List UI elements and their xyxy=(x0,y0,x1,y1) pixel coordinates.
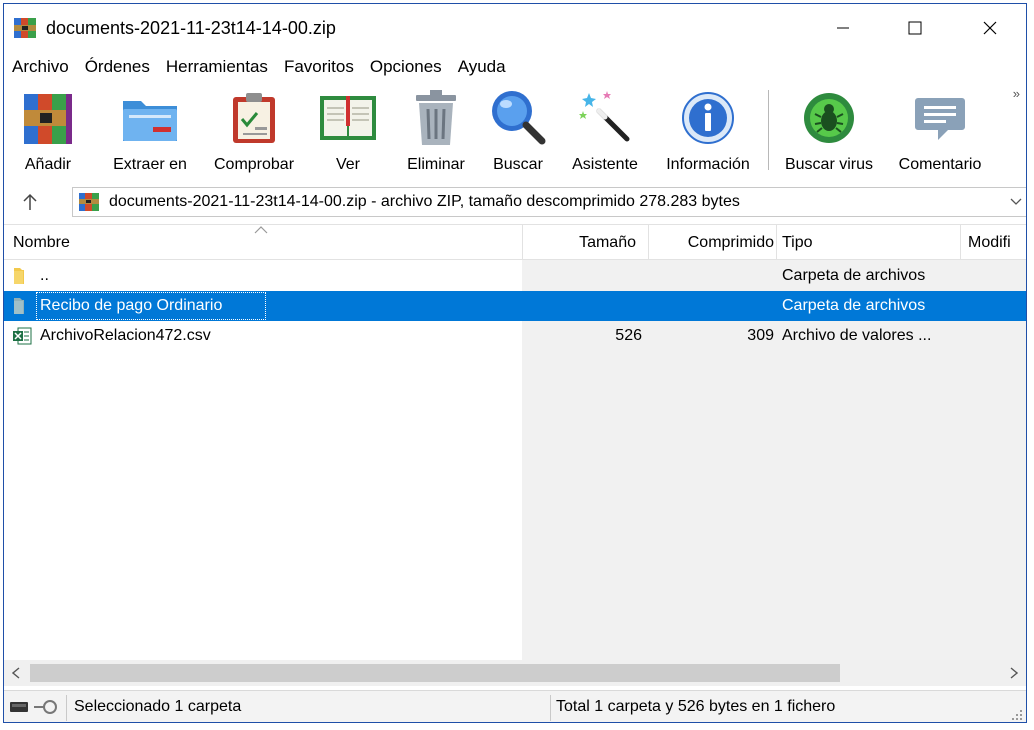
folder-icon xyxy=(14,298,24,314)
minimize-icon xyxy=(837,27,849,29)
add-button[interactable]: Añadir xyxy=(16,88,80,178)
item-compressed: 309 xyxy=(747,327,774,344)
column-header-type[interactable]: Tipo xyxy=(782,225,962,260)
magnifier-icon xyxy=(492,91,546,145)
menu-bar: Archivo Órdenes Herramientas Favoritos O… xyxy=(4,54,514,80)
trash-bin-icon xyxy=(416,90,456,145)
item-compressed xyxy=(532,261,774,291)
view-button[interactable]: Ver xyxy=(316,88,380,178)
menu-ayuda[interactable]: Ayuda xyxy=(450,54,514,80)
toolbar-separator xyxy=(768,90,769,170)
address-text: documents-2021-11-23t14-14-00.zip - arch… xyxy=(109,193,740,210)
drive-key-icon xyxy=(10,700,57,714)
close-icon xyxy=(983,21,997,35)
menu-favoritos[interactable]: Favoritos xyxy=(276,54,362,80)
address-dropdown-button[interactable] xyxy=(1007,193,1025,211)
view-label: Ver xyxy=(335,156,360,173)
comment-button[interactable]: Comentario xyxy=(890,88,990,178)
extract-label: Extraer en xyxy=(113,156,187,173)
item-name: Recibo de pago Ordinario xyxy=(40,297,223,314)
title-bar[interactable]: documents-2021-11-23t14-14-00.zip xyxy=(4,4,1026,50)
folder-up-icon xyxy=(14,268,24,284)
book-open-icon xyxy=(320,96,376,140)
test-label: Comprobar xyxy=(213,156,295,173)
excel-csv-icon xyxy=(13,327,32,345)
winrar-window: documents-2021-11-23t14-14-00.zip Archiv… xyxy=(3,3,1027,723)
minimize-button[interactable] xyxy=(814,8,872,48)
scan-virus-button[interactable]: Buscar virus xyxy=(780,88,878,178)
status-bar: Seleccionado 1 carpeta Total 1 carpeta y… xyxy=(4,690,1026,722)
comment-icon xyxy=(915,98,965,140)
comment-label: Comentario xyxy=(898,156,982,173)
window-title: documents-2021-11-23t14-14-00.zip xyxy=(46,18,336,38)
chevron-right-icon xyxy=(1010,667,1018,679)
maximize-button[interactable] xyxy=(886,8,944,48)
menu-herramientas[interactable]: Herramientas xyxy=(158,54,276,80)
add-label: Añadir xyxy=(24,156,72,173)
wizard-label: Asistente xyxy=(572,156,638,173)
item-type: Archivo de valores ... xyxy=(782,327,932,344)
info-label: Información xyxy=(666,156,750,173)
list-item-folder[interactable]: Recibo de pago Ordinario Carpeta de arch… xyxy=(4,291,1026,321)
magic-wand-icon xyxy=(579,91,630,142)
item-type: Carpeta de archivos xyxy=(782,267,926,284)
chevron-down-icon xyxy=(1010,198,1022,205)
info-icon xyxy=(682,92,734,144)
wizard-button[interactable]: Asistente xyxy=(564,88,646,178)
status-total: Total 1 carpeta y 526 bytes en 1 fichero xyxy=(556,698,836,715)
books-add-icon xyxy=(24,94,72,144)
column-header-size[interactable]: Tamaño xyxy=(523,225,642,260)
close-button[interactable] xyxy=(961,8,1019,48)
menu-ordenes[interactable]: Órdenes xyxy=(77,54,158,80)
scan-virus-label: Buscar virus xyxy=(784,156,874,173)
scroll-left-button[interactable] xyxy=(4,660,28,686)
status-selection: Seleccionado 1 carpeta xyxy=(74,698,242,715)
horizontal-scrollbar[interactable] xyxy=(4,660,1026,686)
file-list: Nombre Tamaño Comprimido Tipo Modifi .. … xyxy=(4,224,1026,660)
address-bar: documents-2021-11-23t14-14-00.zip - arch… xyxy=(4,184,1026,220)
extract-button[interactable]: Extraer en xyxy=(102,88,198,178)
menu-opciones[interactable]: Opciones xyxy=(362,54,450,80)
list-header: Nombre Tamaño Comprimido Tipo Modifi xyxy=(4,224,1026,260)
item-type: Carpeta de archivos xyxy=(782,297,926,314)
winrar-archive-icon xyxy=(14,18,36,38)
item-name: .. xyxy=(40,267,49,284)
delete-button[interactable]: Eliminar xyxy=(398,88,474,178)
resize-grip-icon[interactable] xyxy=(1012,710,1022,720)
arrow-up-icon xyxy=(23,193,37,210)
column-divider[interactable] xyxy=(776,225,777,260)
status-divider xyxy=(550,695,551,721)
test-button[interactable]: Comprobar xyxy=(204,88,304,178)
sort-ascending-icon xyxy=(254,226,268,234)
folder-extract-icon xyxy=(123,101,177,141)
scrollbar-thumb[interactable] xyxy=(30,664,840,682)
info-button[interactable]: Información xyxy=(656,88,760,178)
list-item-file[interactable]: ArchivoRelacion472.csv 526 309 Archivo d… xyxy=(4,321,1026,351)
bug-scan-icon xyxy=(804,93,854,143)
address-field[interactable]: documents-2021-11-23t14-14-00.zip - arch… xyxy=(72,187,1026,217)
item-compressed xyxy=(532,291,774,321)
scroll-right-button[interactable] xyxy=(1002,660,1026,686)
column-divider[interactable] xyxy=(960,225,961,260)
toolbar: Añadir Extraer en Comprobar Ver Eliminar… xyxy=(4,84,1026,180)
item-name: ArchivoRelacion472.csv xyxy=(40,327,211,344)
delete-label: Eliminar xyxy=(407,156,465,173)
column-header-modified[interactable]: Modifi xyxy=(968,225,1026,260)
menu-archivo[interactable]: Archivo xyxy=(4,54,77,80)
winrar-archive-icon xyxy=(79,193,99,211)
find-label: Buscar xyxy=(493,156,543,173)
chevron-left-icon xyxy=(12,667,20,679)
find-button[interactable]: Buscar xyxy=(486,88,550,178)
toolbar-overflow-button[interactable]: » xyxy=(1013,86,1020,101)
up-folder-button[interactable] xyxy=(18,190,42,214)
maximize-icon xyxy=(908,21,922,35)
status-divider xyxy=(66,695,67,721)
clipboard-check-icon xyxy=(233,93,275,143)
list-item-parent-folder[interactable]: .. Carpeta de archivos xyxy=(4,261,1026,291)
column-header-compressed[interactable]: Comprimido xyxy=(649,225,774,260)
